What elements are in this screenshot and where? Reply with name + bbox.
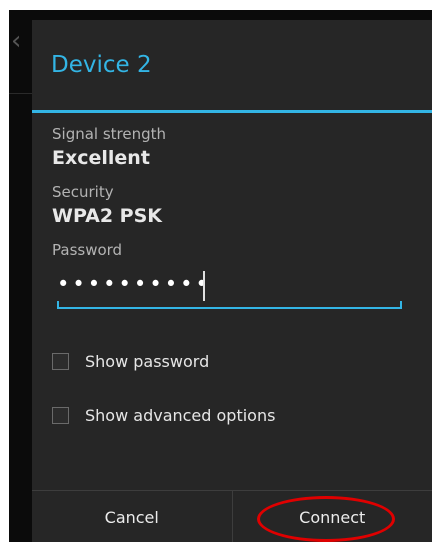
- text-cursor: [203, 271, 205, 301]
- password-underline: [57, 307, 402, 309]
- device-screen: ‹ Device 2 Signal strength Excellent Sec…: [9, 10, 432, 542]
- security-value: WPA2 PSK: [52, 205, 163, 227]
- show-password-label[interactable]: Show password: [85, 352, 209, 371]
- wifi-connect-dialog: Device 2 Signal strength Excellent Secur…: [32, 20, 432, 542]
- connect-button[interactable]: Connect: [233, 491, 433, 542]
- show-password-checkbox[interactable]: [52, 352, 69, 370]
- security-label: Security: [52, 183, 114, 201]
- dialog-title: Device 2: [51, 52, 152, 78]
- password-input[interactable]: [57, 269, 387, 299]
- show-advanced-option[interactable]: Show advanced options: [52, 401, 432, 429]
- dialog-button-bar: Cancel Connect: [32, 490, 432, 542]
- underline-tick-right: [400, 301, 402, 309]
- show-password-option[interactable]: Show password: [52, 347, 432, 375]
- show-advanced-checkbox[interactable]: [52, 406, 69, 424]
- signal-strength-value: Excellent: [52, 147, 150, 169]
- back-arrow-icon[interactable]: ‹: [11, 28, 21, 54]
- password-field-wrapper[interactable]: [52, 265, 404, 313]
- show-advanced-label[interactable]: Show advanced options: [85, 406, 275, 425]
- cancel-button[interactable]: Cancel: [32, 491, 232, 542]
- signal-strength-label: Signal strength: [52, 125, 167, 143]
- password-label: Password: [52, 241, 123, 259]
